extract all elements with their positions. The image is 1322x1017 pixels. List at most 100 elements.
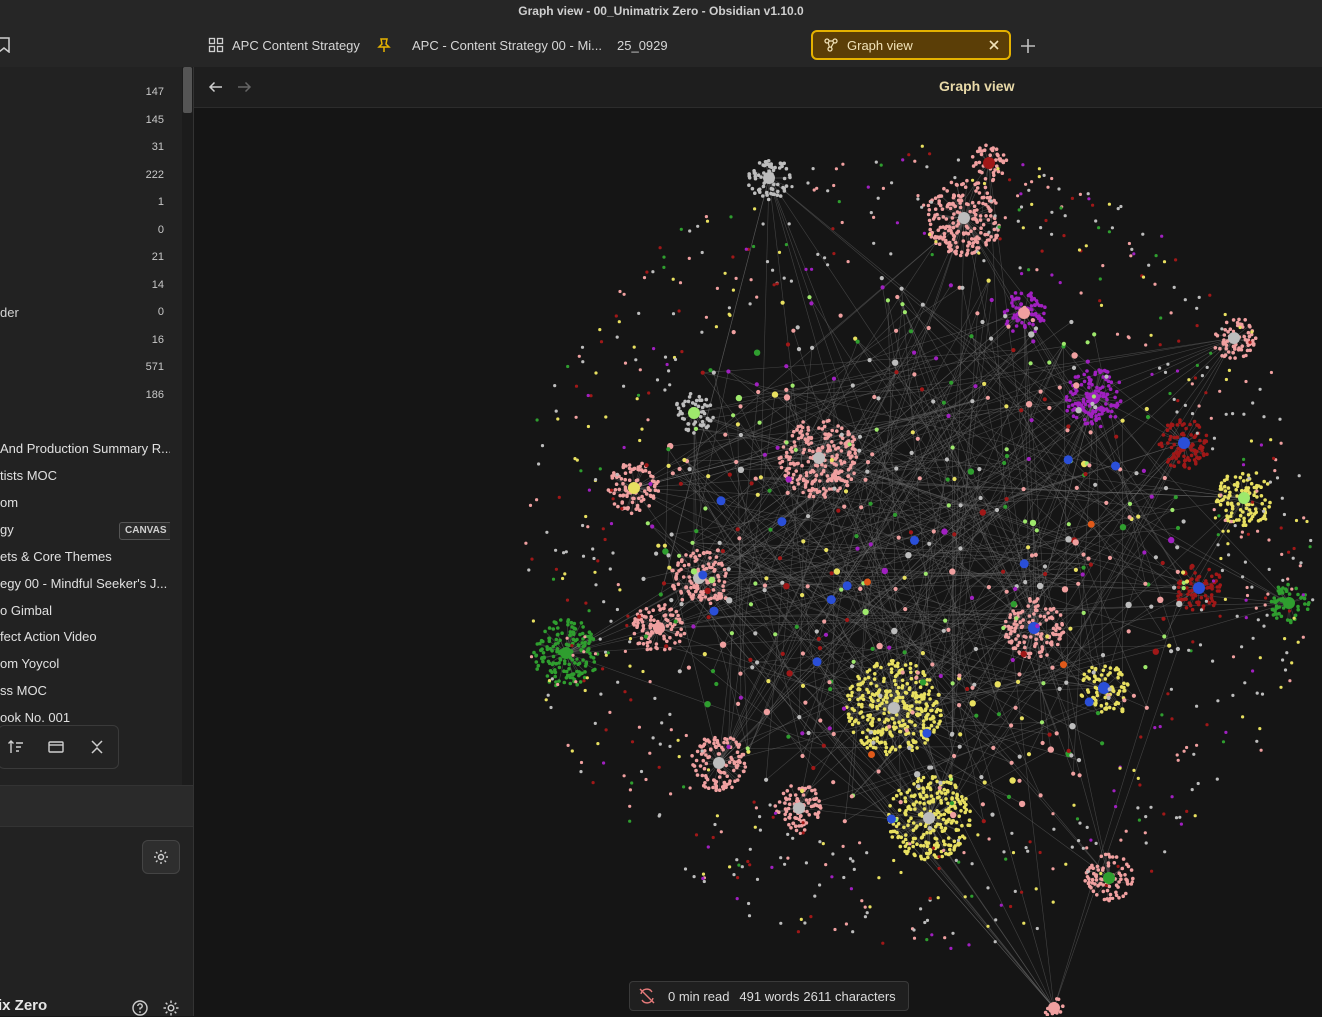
graph-node[interactable] bbox=[1216, 778, 1219, 781]
graph-node[interactable] bbox=[834, 568, 840, 574]
graph-node[interactable] bbox=[909, 671, 913, 675]
file-row[interactable]: And Production Summary R... bbox=[0, 441, 170, 463]
graph-node[interactable] bbox=[728, 314, 731, 317]
graph-node[interactable] bbox=[977, 201, 981, 205]
graph-node[interactable] bbox=[558, 639, 562, 643]
graph-node[interactable] bbox=[1198, 439, 1202, 443]
graph-node[interactable] bbox=[681, 598, 685, 602]
file-row[interactable]: o Gimbal bbox=[0, 603, 170, 625]
graph-node[interactable] bbox=[787, 471, 791, 475]
graph-node[interactable] bbox=[987, 585, 991, 589]
graph-node[interactable] bbox=[701, 749, 704, 752]
graph-node[interactable] bbox=[852, 472, 856, 476]
graph-node[interactable] bbox=[926, 738, 930, 742]
graph-node[interactable] bbox=[668, 608, 672, 612]
graph-node[interactable] bbox=[803, 448, 807, 452]
graph-node[interactable] bbox=[885, 700, 889, 704]
graph-node[interactable] bbox=[867, 676, 871, 680]
graph-node[interactable] bbox=[705, 550, 709, 554]
graph-node[interactable] bbox=[695, 759, 699, 763]
graph-node[interactable] bbox=[1269, 481, 1272, 484]
graph-node[interactable] bbox=[800, 731, 804, 735]
graph-node[interactable] bbox=[693, 875, 696, 878]
graph-node[interactable] bbox=[553, 675, 557, 679]
graph-node[interactable] bbox=[1091, 867, 1095, 871]
graph-node[interactable] bbox=[1208, 294, 1211, 297]
graph-node[interactable] bbox=[817, 637, 821, 641]
graph-node[interactable] bbox=[730, 631, 734, 635]
graph-node[interactable] bbox=[979, 214, 983, 218]
graph-node[interactable] bbox=[977, 237, 981, 241]
graph-node[interactable] bbox=[711, 669, 715, 673]
graph-node[interactable] bbox=[1250, 482, 1254, 486]
graph-node[interactable] bbox=[905, 852, 909, 856]
graph-node[interactable] bbox=[842, 845, 845, 848]
graph-node[interactable] bbox=[852, 709, 856, 713]
graph-node[interactable] bbox=[832, 732, 836, 736]
graph-node[interactable] bbox=[1066, 424, 1070, 428]
graph-node[interactable] bbox=[982, 819, 986, 823]
graph-node[interactable] bbox=[558, 666, 562, 670]
graph-node[interactable] bbox=[794, 793, 798, 797]
graph-node[interactable] bbox=[907, 741, 911, 745]
graph-hub-node[interactable] bbox=[688, 407, 700, 419]
graph-node[interactable] bbox=[1071, 408, 1075, 412]
graph-node[interactable] bbox=[1278, 418, 1281, 421]
graph-node[interactable] bbox=[828, 448, 832, 452]
graph-node[interactable] bbox=[624, 489, 627, 492]
graph-node[interactable] bbox=[1017, 779, 1021, 783]
graph-node[interactable] bbox=[1288, 592, 1292, 596]
graph-node[interactable] bbox=[816, 464, 820, 468]
graph-node[interactable] bbox=[1191, 608, 1195, 612]
graph-node[interactable] bbox=[889, 252, 892, 255]
graph-node[interactable] bbox=[791, 329, 795, 333]
graph-node[interactable] bbox=[628, 640, 631, 643]
graph-node[interactable] bbox=[1245, 506, 1249, 510]
graph-node[interactable] bbox=[1014, 706, 1018, 710]
graph-node[interactable] bbox=[911, 710, 915, 714]
graph-node[interactable] bbox=[1159, 343, 1162, 346]
graph-node[interactable] bbox=[1022, 306, 1026, 310]
graph-node[interactable] bbox=[942, 788, 946, 792]
graph-node[interactable] bbox=[1198, 447, 1202, 451]
graph-node[interactable] bbox=[807, 785, 811, 789]
graph-node[interactable] bbox=[599, 467, 602, 470]
graph-node[interactable] bbox=[733, 761, 737, 765]
graph-node[interactable] bbox=[1085, 369, 1089, 373]
graph-node[interactable] bbox=[658, 608, 662, 612]
graph-node[interactable] bbox=[1134, 471, 1138, 475]
graph-node[interactable] bbox=[1228, 494, 1232, 498]
graph-node[interactable] bbox=[1099, 277, 1102, 280]
graph-node[interactable] bbox=[1150, 495, 1154, 499]
graph-node[interactable] bbox=[542, 651, 546, 655]
graph-node[interactable] bbox=[957, 703, 961, 707]
graph-node[interactable] bbox=[1020, 559, 1029, 568]
graph-node[interactable] bbox=[773, 283, 776, 286]
graph-node[interactable] bbox=[831, 227, 834, 230]
graph-node[interactable] bbox=[877, 769, 881, 773]
graph-node[interactable] bbox=[650, 630, 654, 634]
graph-node[interactable] bbox=[1100, 855, 1104, 859]
graph-node[interactable] bbox=[904, 833, 908, 837]
graph-node[interactable] bbox=[897, 720, 901, 724]
graph-node[interactable] bbox=[1032, 612, 1036, 616]
graph-node[interactable] bbox=[979, 218, 983, 222]
graph-node[interactable] bbox=[981, 202, 985, 206]
graph-node[interactable] bbox=[679, 634, 683, 638]
graph-node[interactable] bbox=[1163, 260, 1166, 263]
graph-node[interactable] bbox=[716, 574, 720, 578]
graph-node[interactable] bbox=[834, 447, 838, 451]
graph-node[interactable] bbox=[1077, 375, 1081, 379]
graph-node[interactable] bbox=[636, 642, 640, 646]
graph-node[interactable] bbox=[556, 683, 559, 686]
graph-node[interactable] bbox=[827, 595, 836, 604]
graph-hub-node[interactable] bbox=[888, 702, 900, 714]
graph-node[interactable] bbox=[736, 750, 740, 754]
graph-node[interactable] bbox=[1176, 526, 1180, 530]
graph-node[interactable] bbox=[732, 289, 735, 292]
graph-node[interactable] bbox=[1068, 399, 1072, 403]
graph-node[interactable] bbox=[545, 645, 549, 649]
graph-node[interactable] bbox=[1090, 415, 1094, 419]
graph-node[interactable] bbox=[995, 681, 1001, 687]
graph-node[interactable] bbox=[781, 460, 785, 464]
